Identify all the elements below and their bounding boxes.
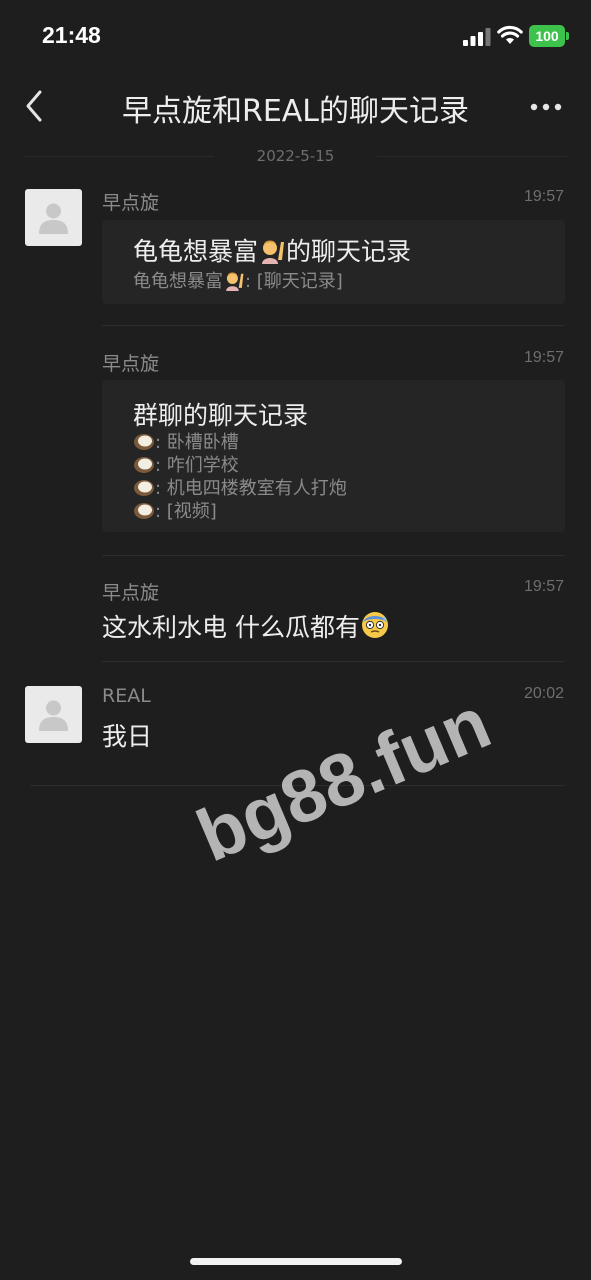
date-label: 2022-5-15 xyxy=(256,147,335,165)
message-time: 20:02 xyxy=(523,685,564,702)
battery-icon: 100 xyxy=(529,25,569,47)
wifi-icon xyxy=(497,25,523,44)
message-text: 我日 xyxy=(102,722,153,751)
sender-name: REAL xyxy=(102,685,151,707)
coconut-emoji xyxy=(134,480,154,496)
divider xyxy=(30,785,565,786)
card-title: 龟龟想暴富 的聊天记录 xyxy=(133,237,412,266)
coconut-emoji xyxy=(134,434,154,450)
card-line: : 卧槽卧槽 xyxy=(133,430,239,454)
person-raising-hand-emoji xyxy=(226,272,244,291)
home-indicator[interactable] xyxy=(190,1258,402,1265)
back-icon[interactable] xyxy=(18,84,54,128)
card-line: 龟龟想暴富: [聊天记录] xyxy=(133,271,343,292)
sender-name: 早点旋 xyxy=(102,192,160,214)
page-title: 早点旋和REAL的聊天记录 xyxy=(121,94,470,129)
card-line: : 咋们学校 xyxy=(133,453,239,477)
chat-record-card[interactable]: 群聊的聊天记录 : 卧槽卧槽 : 咋们学校 : 机电四楼教室有人打炮 : [视频… xyxy=(102,380,565,532)
watermark: bg88.fun xyxy=(185,680,502,878)
divider xyxy=(102,325,565,326)
more-icon[interactable] xyxy=(526,94,566,120)
message-time: 19:57 xyxy=(523,349,564,366)
message-time: 19:57 xyxy=(523,578,564,595)
divider xyxy=(102,661,565,662)
signal-icon xyxy=(463,28,491,46)
coconut-emoji xyxy=(134,503,154,519)
cold-sweat-emoji xyxy=(361,612,388,638)
avatar-placeholder-icon xyxy=(39,700,68,731)
avatar[interactable] xyxy=(25,686,82,743)
card-title: 群聊的聊天记录 xyxy=(133,401,309,430)
message-time: 19:57 xyxy=(523,188,564,205)
card-line: : [视频] xyxy=(133,499,217,523)
status-time: 21:48 xyxy=(42,22,101,48)
divider xyxy=(102,555,565,556)
sender-name: 早点旋 xyxy=(102,353,160,375)
message-text: 这水利水电 什么瓜都有 xyxy=(102,608,390,644)
date-separator: 2022-5-15 xyxy=(24,145,567,169)
chat-record-card[interactable]: 龟龟想暴富 的聊天记录 龟龟想暴富: [聊天记录] xyxy=(102,220,565,304)
navigation-bar: 早点旋和REAL的聊天记录 xyxy=(0,72,591,142)
card-line: : 机电四楼教室有人打炮 xyxy=(133,476,347,500)
sender-name: 早点旋 xyxy=(102,582,160,604)
avatar[interactable] xyxy=(25,189,82,246)
person-raising-hand-emoji xyxy=(262,240,285,264)
status-bar: 21:48 100 xyxy=(0,0,591,72)
coconut-emoji xyxy=(134,457,154,473)
avatar-placeholder-icon xyxy=(39,203,68,234)
